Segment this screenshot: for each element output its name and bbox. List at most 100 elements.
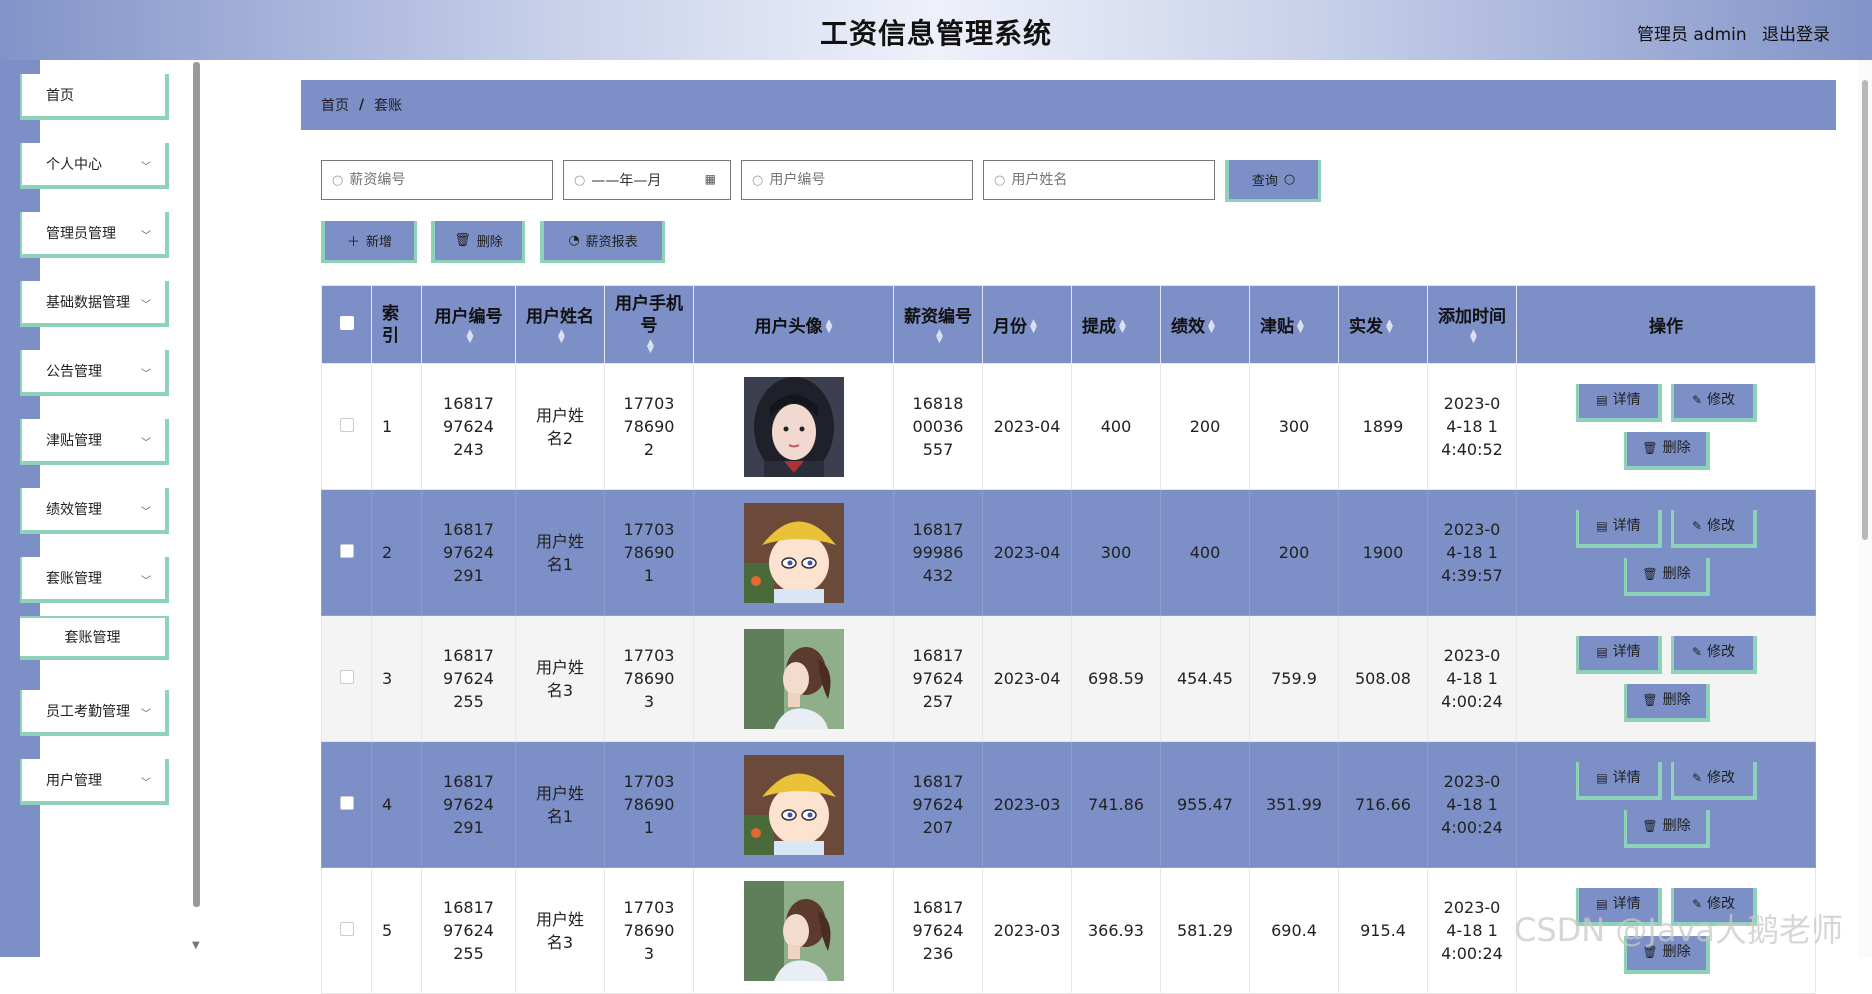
user-no-field[interactable]: ○ xyxy=(741,160,973,200)
cell-index: 1 xyxy=(371,363,422,490)
cell-ops: ▤ 详情 ✎ 修改 🗑 删除 xyxy=(1516,489,1816,616)
query-button[interactable]: 查询 ○ xyxy=(1225,160,1321,202)
delete-button[interactable]: 🗑 删除 xyxy=(1624,431,1710,470)
month-picker[interactable]: ○ ——年—月 ▦ xyxy=(563,160,731,200)
cell-text: 300 xyxy=(1278,417,1310,436)
column-label: 津贴 xyxy=(1260,317,1294,337)
cell-text: 1899 xyxy=(1362,417,1404,436)
add-label: 新增 xyxy=(366,235,393,250)
avatar[interactable] xyxy=(744,377,844,477)
cell-text: 366.93 xyxy=(1088,921,1144,940)
column-header-added-time[interactable]: 添加时间 ▲ ▼ xyxy=(1427,285,1517,364)
cell-avatar xyxy=(693,867,894,994)
edit-button[interactable]: ✎ 修改 xyxy=(1671,383,1757,422)
row-checkbox[interactable] xyxy=(339,922,354,936)
salary-no-field[interactable]: ○ xyxy=(321,160,553,200)
sidebar-scrollbar-thumb[interactable] xyxy=(193,62,200,907)
breadcrumb-home[interactable]: 首页 xyxy=(321,95,349,115)
row-checkbox[interactable] xyxy=(339,670,354,684)
cell-index: 2 xyxy=(371,489,422,616)
column-header-performance[interactable]: 绩效 ▲ ▼ xyxy=(1160,285,1250,364)
sort-icon[interactable]: ▲ ▼ xyxy=(467,329,474,345)
sort-icon[interactable]: ▲ ▼ xyxy=(1386,319,1393,335)
cell-text: 1681797624291 xyxy=(443,772,494,837)
scroll-down-arrow-icon[interactable]: ▼ xyxy=(192,940,200,951)
cell-user-no: 1681797624255 xyxy=(421,615,516,742)
edit-button[interactable]: ✎ 修改 xyxy=(1671,635,1757,674)
column-header-user-name[interactable]: 用户姓名 ▲ ▼ xyxy=(515,285,605,364)
detail-label: 详情 xyxy=(1612,518,1641,534)
delete-button[interactable]: 🗑 删除 xyxy=(1624,557,1710,596)
avatar[interactable] xyxy=(744,881,844,981)
sidebar-item-attendance[interactable]: 员工考勤管理 ﹀ xyxy=(20,690,169,736)
sidebar-item-performance[interactable]: 绩效管理 ﹀ xyxy=(20,488,169,534)
sort-icon[interactable]: ▲ ▼ xyxy=(1297,319,1304,335)
user-no-input[interactable] xyxy=(769,172,920,188)
detail-button[interactable]: ▤ 详情 xyxy=(1576,383,1662,422)
column-header-commission[interactable]: 提成 ▲ ▼ xyxy=(1071,285,1161,364)
edit-button[interactable]: ✎ 修改 xyxy=(1671,509,1757,548)
sort-icon[interactable]: ▲ ▼ xyxy=(558,329,565,345)
search-icon: ○ xyxy=(752,172,764,188)
avatar[interactable] xyxy=(744,629,844,729)
user-name-field[interactable]: ○ xyxy=(983,160,1215,200)
edit-button[interactable]: ✎ 修改 xyxy=(1671,761,1757,800)
sidebar-item-users[interactable]: 用户管理 ﹀ xyxy=(20,759,169,805)
cell-text: 759.9 xyxy=(1271,669,1317,688)
row-checkbox[interactable] xyxy=(339,544,354,558)
column-header-salary-no[interactable]: 薪资编号 ▲ ▼ xyxy=(893,285,983,364)
row-checkbox[interactable] xyxy=(339,796,354,810)
document-icon: ▤ xyxy=(1596,393,1608,407)
detail-button[interactable]: ▤ 详情 xyxy=(1576,509,1662,548)
column-header-actual[interactable]: 实发 ▲ ▼ xyxy=(1338,285,1428,364)
sidebar-item-announcements[interactable]: 公告管理 ﹀ xyxy=(20,350,169,396)
detail-button[interactable]: ▤ 详情 xyxy=(1576,635,1662,674)
avatar[interactable] xyxy=(744,503,844,603)
sort-icon[interactable]: ▲ ▼ xyxy=(1030,319,1037,335)
edit-label: 修改 xyxy=(1707,518,1736,534)
chevron-down-icon: ﹀ xyxy=(141,231,151,242)
sort-icon[interactable]: ▲ ▼ xyxy=(936,329,943,345)
delete-button[interactable]: 🗑 删除 xyxy=(1624,809,1710,848)
column-header-user-no[interactable]: 用户编号 ▲ ▼ xyxy=(421,285,516,364)
row-checkbox[interactable] xyxy=(339,418,354,432)
table-row[interactable]: 2 1681797624291 用户姓名1 17703786901 1681799986… xyxy=(321,489,1816,616)
sidebar-item-basic-data[interactable]: 基础数据管理 ﹀ xyxy=(20,281,169,327)
cell-text: 2023-04 xyxy=(993,417,1061,436)
add-button[interactable]: ＋ 新增 xyxy=(321,221,417,263)
avatar[interactable] xyxy=(744,755,844,855)
cell-added-time: 2023-04-18 14:00:24 xyxy=(1427,867,1517,994)
cell-text: 1900 xyxy=(1362,543,1404,562)
sort-icon[interactable]: ▲ ▼ xyxy=(1208,319,1215,335)
batch-delete-button[interactable]: 🗑 删除 xyxy=(431,221,525,263)
detail-label: 详情 xyxy=(1612,392,1641,408)
sidebar-item-payroll-sets[interactable]: 套账管理 ﹀ xyxy=(20,557,169,603)
select-all-checkbox[interactable] xyxy=(339,315,354,330)
delete-button[interactable]: 🗑 删除 xyxy=(1624,683,1710,722)
salary-no-input[interactable] xyxy=(349,172,500,188)
delete-label: 删除 xyxy=(1662,692,1691,708)
sidebar-item-admin-management[interactable]: 管理员管理 ﹀ xyxy=(20,212,169,258)
sidebar-item-home[interactable]: 首页 xyxy=(20,74,169,120)
cell-text: 1681799986432 xyxy=(912,520,964,585)
table-row[interactable]: 3 1681797624255 用户姓名3 17703786903 1681797624… xyxy=(321,615,1816,742)
sidebar-item-allowance[interactable]: 津贴管理 ﹀ xyxy=(20,419,169,465)
table-row[interactable]: 4 1681797624291 用户姓名1 17703786901 1681797624… xyxy=(321,741,1816,868)
user-name-input[interactable] xyxy=(1011,172,1162,188)
sidebar-subitem-payroll-sets[interactable]: 套账管理 xyxy=(20,616,169,660)
sort-icon[interactable]: ▲ ▼ xyxy=(1470,329,1477,345)
column-header-avatar[interactable]: 用户头像 ▲ ▼ xyxy=(693,285,894,364)
salary-report-button[interactable]: ◔ 薪资报表 xyxy=(540,221,665,263)
sort-icon[interactable]: ▲ ▼ xyxy=(647,338,654,354)
main-scrollbar-thumb[interactable] xyxy=(1862,80,1868,540)
cell-index: 5 xyxy=(371,867,422,994)
sidebar-item-personal-center[interactable]: 个人中心 ﹀ xyxy=(20,143,169,189)
column-header-month[interactable]: 月份 ▲ ▼ xyxy=(982,285,1072,364)
sort-icon[interactable]: ▲ ▼ xyxy=(826,319,833,335)
logout-link[interactable]: 退出登录 xyxy=(1762,20,1830,45)
column-header-user-phone[interactable]: 用户手机号 ▲ ▼ xyxy=(604,285,694,364)
detail-button[interactable]: ▤ 详情 xyxy=(1576,761,1662,800)
column-header-allowance[interactable]: 津贴 ▲ ▼ xyxy=(1249,285,1339,364)
table-row[interactable]: 1 1681797624243 用户姓名2 17703786902 1681800036… xyxy=(321,363,1816,490)
sort-icon[interactable]: ▲ ▼ xyxy=(1119,319,1126,335)
